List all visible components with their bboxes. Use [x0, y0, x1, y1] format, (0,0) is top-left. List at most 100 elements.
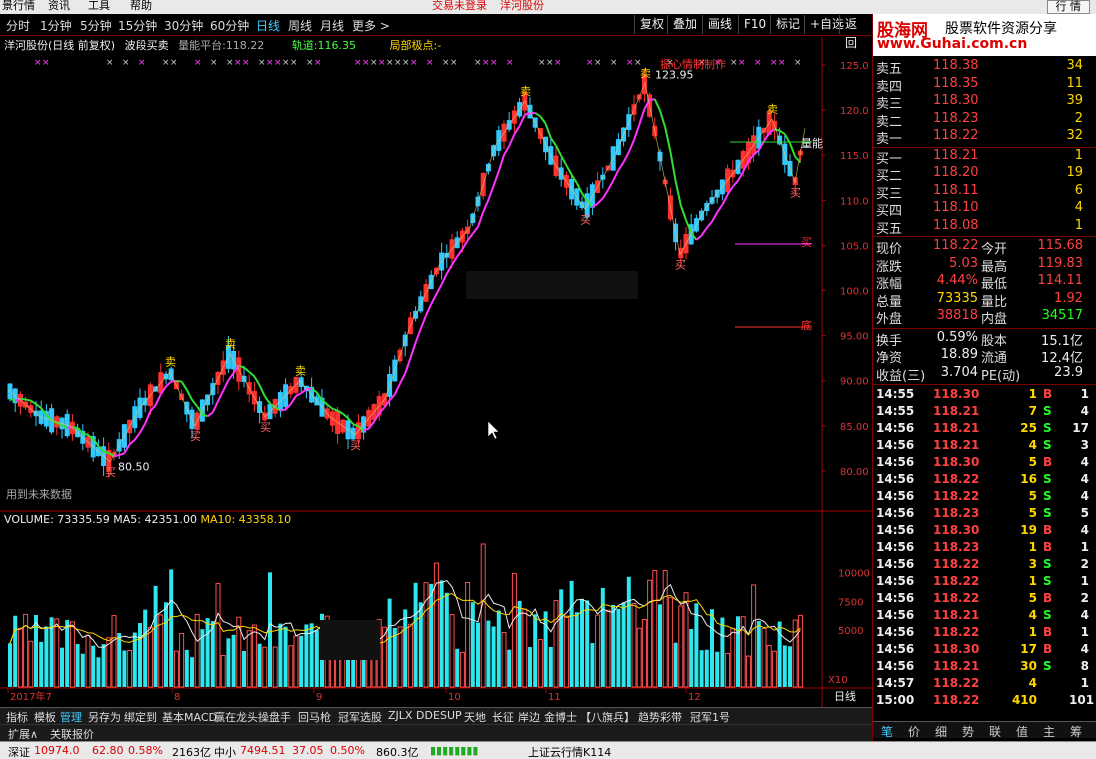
signal-marker: × [490, 58, 498, 68]
indicator-tab[interactable]: 天地 [464, 709, 486, 725]
volume-bar [756, 621, 761, 687]
sz-index-label[interactable]: 深证 [8, 744, 30, 759]
stat-row: 现价 118.22 今开 115.68 [873, 238, 1096, 257]
trend-line-segment [679, 205, 687, 221]
indicator-tab[interactable]: 赢在龙头 [214, 709, 258, 725]
tick-count: 2 [1080, 557, 1089, 571]
menu-tools[interactable]: 工具 [88, 0, 110, 12]
indicator-tab[interactable]: 模板 [34, 709, 56, 725]
bid-row[interactable]: 买五 118.08 1 [873, 218, 1096, 237]
volume-bar [491, 626, 496, 687]
menu-news[interactable]: 资讯 [48, 0, 70, 12]
period-60min[interactable]: 60分钟 [210, 17, 249, 34]
period-tick[interactable]: 分时 [6, 17, 30, 34]
period-15min[interactable]: 15分钟 [118, 17, 157, 34]
indicator-tab[interactable]: 冠军选股 [338, 709, 382, 725]
menu-help[interactable]: 帮助 [130, 0, 152, 12]
indicator-name[interactable]: 波段买卖 [125, 39, 169, 52]
quote-tab[interactable]: 价 [908, 723, 920, 740]
menu-bar: 景行情 资讯 工具 帮助 交易未登录 洋河股份 行 情 [0, 0, 1096, 14]
volume-bar [101, 644, 106, 687]
sme-index-label[interactable]: 中小 [214, 744, 236, 759]
bid-label: 买二 [876, 169, 903, 184]
indicator-tab[interactable]: 回马枪 [298, 709, 331, 725]
sell-signal-marker: 卖 [640, 67, 651, 80]
indicator-tab[interactable]: 管理 [60, 709, 82, 725]
bid-row[interactable]: 买四 118.10 4 [873, 200, 1096, 219]
period-30min[interactable]: 30分钟 [164, 17, 203, 34]
related-quote-button[interactable]: 关联报价 [50, 726, 94, 742]
indicator-tab[interactable]: 金博士 [544, 709, 577, 725]
tick-time: 14:56 [876, 557, 915, 571]
draw-line-button[interactable]: 画线 [702, 15, 737, 34]
indicator-tab[interactable]: 岸边 [518, 709, 540, 725]
expand-button[interactable]: 扩展∧ [8, 726, 38, 742]
period-more[interactable]: 更多 > [352, 17, 390, 34]
period-5min[interactable]: 5分钟 [80, 17, 112, 34]
market-tab[interactable]: 行 情 [1046, 0, 1090, 14]
ask-row[interactable]: 卖三 118.30 39 [873, 93, 1096, 112]
buy-signal-marker: 买 [350, 439, 361, 452]
ask-row[interactable]: 卖五 118.38 34 [873, 58, 1096, 77]
bid-row[interactable]: 买三 118.11 6 [873, 183, 1096, 202]
menu-market[interactable]: 景行情 [2, 0, 35, 12]
mark-button[interactable]: 标记 [770, 15, 805, 34]
volume-bar [455, 648, 460, 687]
indicator-tab[interactable]: 另存为 [88, 709, 121, 725]
tick-side: B [1043, 625, 1053, 639]
period-monthly[interactable]: 月线 [320, 17, 344, 34]
tick-row: 14:56 118.30 5 B 4 [873, 455, 1096, 472]
volume-bar [689, 628, 694, 687]
indicator-tab[interactable]: 冠军1号 [690, 709, 730, 725]
indicator-tab[interactable]: 趋势彩带 [638, 709, 682, 725]
ask-row[interactable]: 卖一 118.22 32 [873, 128, 1096, 147]
status-bar: 深证 10974.0 62.80 0.58% 2163亿 中小 7494.51 … [0, 741, 1096, 759]
overlay-button[interactable]: 叠加 [667, 15, 702, 34]
back-button[interactable]: 返回 [839, 15, 872, 50]
volume-bar [69, 621, 75, 688]
indicator-tab[interactable]: DDE [416, 709, 440, 722]
restore-rights-button[interactable]: 复权 [634, 15, 669, 34]
tick-volume: 25 [1020, 421, 1037, 435]
period-weekly[interactable]: 周线 [288, 17, 312, 34]
indicator-tab[interactable]: 绑定到 [124, 709, 157, 725]
quote-tab[interactable]: 筹 [1070, 723, 1082, 740]
bid-row[interactable]: 买一 118.21 1 [873, 148, 1096, 167]
indicator-tab[interactable]: 长征 [492, 709, 514, 725]
indicator-tab[interactable]: ZJLX [388, 709, 412, 722]
indicator-tab[interactable]: 操盘手 [258, 709, 291, 725]
bid-row[interactable]: 买二 118.20 19 [873, 165, 1096, 184]
cloud-quote-status: 上证云行情K114 [528, 746, 612, 759]
indicator-tab[interactable]: 指标 [6, 709, 28, 725]
ask-price: 118.38 [933, 58, 979, 73]
quote-tab[interactable]: 主 [1043, 723, 1055, 740]
tick-count: 4 [1080, 642, 1089, 656]
tick-price: 118.22 [933, 591, 980, 605]
quote-tab[interactable]: 势 [962, 723, 974, 740]
period-1min[interactable]: 1分钟 [40, 17, 72, 34]
indicator-tab[interactable]: 基本MACD [162, 709, 217, 725]
quote-tab[interactable]: 细 [935, 723, 947, 740]
tick-count: 1 [1080, 574, 1089, 588]
tick-price: 118.21 [933, 421, 980, 435]
kline-chart[interactable]: × × × × × × × × × × × × × × × × × × × × × × × × × × × × × × × × × × × × × × × ×… [0, 37, 872, 707]
quote-tab[interactable]: 笔 [881, 723, 893, 740]
ask-row[interactable]: 卖二 118.23 2 [873, 111, 1096, 130]
trend-line-segment [482, 199, 490, 213]
f10-button[interactable]: F10 [738, 15, 771, 34]
trend-line-segment [622, 151, 630, 163]
signal-marker: × [274, 58, 282, 68]
tick-price: 118.21 [933, 659, 980, 673]
quote-tab[interactable]: 值 [1016, 723, 1028, 740]
ask-row[interactable]: 卖四 118.35 11 [873, 76, 1096, 95]
trend-line-segment [180, 381, 188, 391]
indicator-tab[interactable]: SUP [440, 709, 462, 722]
quote-tab[interactable]: 联 [989, 723, 1001, 740]
login-status[interactable]: 交易未登录 [432, 0, 487, 12]
signal-marker: × [410, 58, 418, 68]
period-daily[interactable]: 日线 [256, 17, 280, 34]
signal-marker: × [282, 58, 290, 68]
trend-line-segment [789, 142, 797, 157]
indicator-tab[interactable]: 【八旗兵】 [580, 709, 635, 725]
tick-side: S [1043, 489, 1052, 503]
